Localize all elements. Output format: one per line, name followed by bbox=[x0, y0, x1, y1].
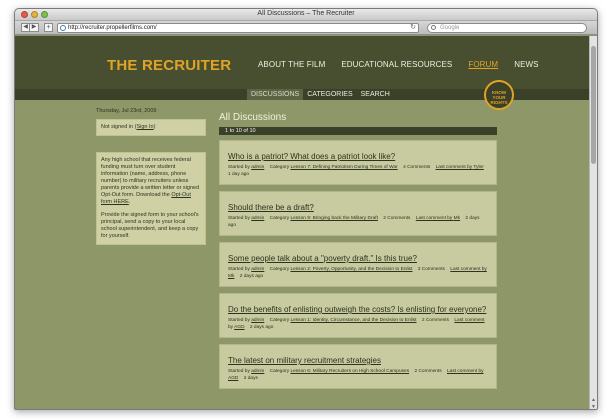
browser-toolbar: ◀ ▶ + http://recruiter.propellerfilms.co… bbox=[15, 21, 597, 35]
address-text[interactable]: http://recruiter.propellerfilms.com/ bbox=[68, 25, 157, 31]
comment-count: 2 Comments bbox=[383, 216, 411, 221]
discussion-meta: Started by admin Category Lesson 2: Pove… bbox=[228, 266, 488, 280]
discussion-item: Should there be a draft? Started by admi… bbox=[219, 191, 497, 236]
subnav-items: DISCUSSIONS CATEGORIES SEARCH bbox=[247, 89, 394, 100]
last-comment-link[interactable]: Last comment by Mk bbox=[416, 216, 460, 221]
main-navigation: ABOUT THE FILM EDUCATIONAL RESOURCES FOR… bbox=[258, 60, 539, 69]
search-placeholder: Google bbox=[440, 25, 460, 31]
discussion-meta: Started by admin Category Lesson 6: Mili… bbox=[228, 368, 488, 382]
author-link[interactable]: admin bbox=[251, 216, 264, 221]
opt-out-box: Any high school that receives federal fu… bbox=[96, 152, 206, 245]
discussion-title-link[interactable]: Some people talk about a "poverty draft.… bbox=[228, 254, 417, 263]
discussion-item: Who is a patriot? What does a patriot lo… bbox=[219, 140, 497, 185]
comment-count: 2 Comments bbox=[414, 369, 442, 374]
opt-out-text: Any high school that receives federal fu… bbox=[101, 157, 200, 205]
history-buttons: ◀ ▶ bbox=[21, 23, 39, 32]
discussion-title-link[interactable]: Who is a patriot? What does a patriot lo… bbox=[228, 152, 395, 161]
category-link[interactable]: Lesson 6: Military Recruiters on High Sc… bbox=[290, 369, 409, 374]
page-viewport: THE RECRUITER ABOUT THE FILM EDUCATIONAL… bbox=[15, 36, 591, 409]
subnav-search[interactable]: SEARCH bbox=[357, 89, 394, 100]
last-comment-link[interactable]: Last comment bbox=[454, 318, 484, 323]
page-title: All Discussions bbox=[219, 112, 287, 123]
site-logo[interactable]: THE RECRUITER bbox=[107, 57, 231, 74]
signin-prefix: Not signed in ( bbox=[101, 124, 137, 130]
last-comment-author-link[interactable]: AGD bbox=[234, 325, 244, 330]
author-link[interactable]: admin bbox=[251, 165, 264, 170]
nav-news[interactable]: NEWS bbox=[514, 60, 538, 69]
category-label: Category bbox=[269, 318, 290, 323]
category-link[interactable]: Lesson 2: Poverty, Opportunity, and the … bbox=[290, 267, 412, 272]
back-button[interactable]: ◀ bbox=[21, 23, 30, 32]
category-link[interactable]: Lesson 7: Defining Patriotism During Tim… bbox=[290, 165, 397, 170]
discussion-title-link[interactable]: The latest on military recruitment strat… bbox=[228, 356, 381, 365]
discussion-item: Do the benefits of enlisting outweigh th… bbox=[219, 293, 497, 338]
discussion-list: All Discussions 1 to 10 of 10 Who is a p… bbox=[219, 112, 497, 395]
started-by-label: Started by bbox=[228, 267, 250, 272]
started-by-label: Started by bbox=[228, 318, 250, 323]
subnav-categories[interactable]: CATEGORIES bbox=[303, 89, 356, 100]
address-bar[interactable]: http://recruiter.propellerfilms.com/ ↻ bbox=[57, 23, 419, 33]
scroll-down-icon[interactable]: ▼ bbox=[590, 404, 597, 409]
category-link[interactable]: Lesson 1: Identity, Circumstance, and th… bbox=[290, 318, 416, 323]
search-field[interactable]: Google bbox=[427, 23, 587, 33]
comment-count: 2 Comments bbox=[421, 318, 450, 323]
badge-line-3: RIGHTS bbox=[490, 100, 508, 105]
opt-out-instructions: Provide the signed form to your school's… bbox=[101, 212, 199, 239]
discussion-meta: Started by admin Category Lesson 7: Defi… bbox=[228, 164, 488, 178]
author-link[interactable]: admin bbox=[251, 369, 264, 374]
started-by-label: Started by bbox=[228, 216, 250, 221]
forward-button[interactable]: ▶ bbox=[30, 23, 39, 32]
last-comment-by-prefix: by bbox=[228, 325, 234, 330]
discussion-time: 2 days ago bbox=[239, 274, 264, 279]
category-label: Category bbox=[269, 165, 290, 170]
results-count: 1 to 10 of 10 bbox=[219, 127, 497, 135]
category-link[interactable]: Lesson 9: Bringing back the Military Dra… bbox=[290, 216, 377, 221]
scroll-thumb[interactable] bbox=[591, 46, 596, 164]
know-your-rights-badge[interactable]: KNOW YOUR RIGHTS bbox=[484, 80, 514, 110]
discussion-item: Some people talk about a "poverty draft.… bbox=[219, 242, 497, 287]
discussion-meta: Started by admin Category Lesson 1: Iden… bbox=[228, 317, 488, 331]
last-comment-link[interactable]: Last comment by Tyler bbox=[436, 165, 484, 170]
discussion-item: The latest on military recruitment strat… bbox=[219, 344, 497, 389]
started-by-label: Started by bbox=[228, 369, 250, 374]
sidebar: Thursday, Jul 23rd, 2009 Not signed in (… bbox=[96, 108, 206, 261]
category-label: Category bbox=[269, 216, 290, 221]
nav-about-film[interactable]: ABOUT THE FILM bbox=[258, 60, 325, 69]
discussion-meta: Started by admin Category Lesson 9: Brin… bbox=[228, 215, 488, 229]
sign-in-link[interactable]: Sign In bbox=[136, 124, 153, 130]
search-icon bbox=[431, 25, 436, 30]
started-by-label: Started by bbox=[228, 165, 250, 170]
signin-suffix: ) bbox=[153, 124, 156, 130]
category-label: Category bbox=[269, 267, 290, 272]
add-bookmark-button[interactable]: + bbox=[44, 23, 53, 32]
discussion-time: 2 days ago bbox=[249, 325, 274, 330]
globe-icon bbox=[60, 25, 66, 31]
category-label: Category bbox=[269, 369, 290, 374]
comment-count: 4 Comments bbox=[403, 165, 431, 170]
discussion-time: 1 day ago bbox=[228, 172, 250, 177]
browser-titlebar: All Discussions – The Recruiter bbox=[15, 9, 597, 21]
nav-educational-resources[interactable]: EDUCATIONAL RESOURCES bbox=[341, 60, 452, 69]
author-link[interactable]: admin bbox=[251, 318, 264, 323]
reload-icon[interactable]: ↻ bbox=[410, 24, 416, 32]
author-link[interactable]: admin bbox=[251, 267, 264, 272]
discussion-title-link[interactable]: Should there be a draft? bbox=[228, 203, 314, 212]
comment-count: 3 Comments bbox=[417, 267, 445, 272]
subnav-discussions[interactable]: DISCUSSIONS bbox=[247, 89, 304, 100]
scroll-up-icon[interactable]: ▲ bbox=[590, 397, 597, 403]
current-date: Thursday, Jul 23rd, 2009 bbox=[96, 108, 157, 114]
nav-forum[interactable]: FORUM bbox=[468, 60, 498, 69]
vertical-scrollbar[interactable]: ▲ ▼ bbox=[589, 36, 597, 409]
browser-window: All Discussions – The Recruiter ◀ ▶ + ht… bbox=[14, 8, 598, 410]
discussion-title-link[interactable]: Do the benefits of enlisting outweigh th… bbox=[228, 305, 486, 314]
window-title: All Discussions – The Recruiter bbox=[257, 10, 355, 17]
signin-box: Not signed in (Sign In) bbox=[96, 119, 206, 136]
discussion-time: 2 days bbox=[243, 376, 258, 381]
